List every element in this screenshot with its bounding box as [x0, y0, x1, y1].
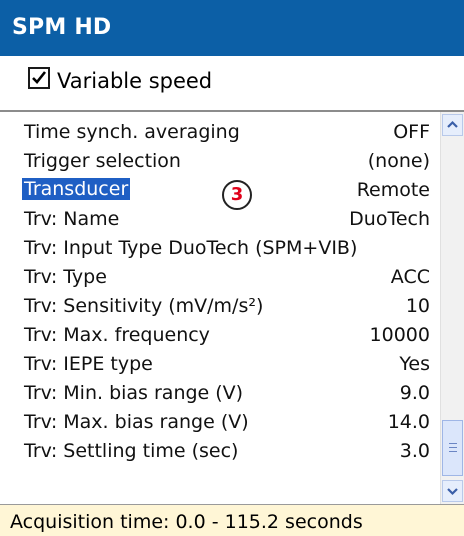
setting-value: 14.0: [387, 411, 430, 433]
title-bar: SPM HD: [0, 0, 464, 56]
setting-label: Transducer: [22, 178, 131, 200]
setting-row-trv-max-frequency[interactable]: Trv: Max. frequency 10000: [20, 319, 434, 348]
variable-speed-checkbox[interactable]: [28, 67, 50, 89]
setting-row-trv-settling-time[interactable]: Trv: Settling time (sec) 3.0: [20, 435, 434, 464]
setting-label: Trv: Settling time (sec): [24, 440, 239, 462]
setting-value: (none): [367, 150, 430, 172]
setting-label: Trv: Name: [24, 208, 120, 230]
window-title: SPM HD: [12, 15, 112, 40]
acquisition-time-text: Acquisition time: 0.0 - 115.2 seconds: [10, 511, 363, 533]
grip-line: [449, 443, 457, 444]
grip-line: [449, 451, 457, 452]
settings-list[interactable]: Time synch. averaging OFF Trigger select…: [20, 112, 440, 504]
setting-value: 3.0: [399, 440, 430, 462]
setting-row-trv-input-type[interactable]: Trv: Input Type DuoTech (SPM+VIB): [20, 232, 434, 261]
setting-row-trv-sensitivity[interactable]: Trv: Sensitivity (mV/m/s²) 10: [20, 290, 434, 319]
setting-label: Trv: IEPE type: [24, 353, 153, 375]
scroll-up-button[interactable]: [442, 114, 463, 136]
setting-value: 10: [405, 295, 430, 317]
setting-row-trv-type[interactable]: Trv: Type ACC: [20, 261, 434, 290]
setting-value: OFF: [393, 121, 430, 143]
setting-value: Yes: [399, 353, 430, 375]
setting-label: Trv: Input Type DuoTech (SPM+VIB): [24, 237, 358, 259]
setting-label: Trv: Max. bias range (V): [24, 411, 249, 433]
chevron-up-icon: [447, 120, 458, 128]
scroll-down-button[interactable]: [442, 480, 463, 502]
setting-row-trv-iepe-type[interactable]: Trv: IEPE type Yes: [20, 348, 434, 377]
setting-value: ACC: [390, 266, 430, 288]
chevron-down-icon: [447, 488, 458, 496]
setting-value: DuoTech: [349, 208, 430, 230]
status-bar: Acquisition time: 0.0 - 115.2 seconds: [0, 504, 464, 536]
variable-speed-label[interactable]: Variable speed: [57, 69, 212, 93]
setting-row-trigger-selection[interactable]: Trigger selection (none): [20, 145, 434, 174]
setting-label: Trv: Type: [24, 266, 107, 288]
checkmark-icon: [32, 71, 47, 84]
setting-row-trv-max-bias-range[interactable]: Trv: Max. bias range (V) 14.0: [20, 406, 434, 435]
setting-row-trv-min-bias-range[interactable]: Trv: Min. bias range (V) 9.0: [20, 377, 434, 406]
grip-line: [449, 447, 457, 448]
setting-value: 10000: [369, 324, 430, 346]
setting-label: Trv: Max. frequency: [24, 324, 210, 346]
scrollbar-thumb[interactable]: [442, 420, 463, 476]
vertical-scrollbar[interactable]: [440, 112, 464, 504]
setting-value: 9.0: [399, 382, 430, 404]
setting-row-trv-name[interactable]: Trv: Name DuoTech: [20, 203, 434, 232]
setting-label: Time synch. averaging: [24, 121, 240, 143]
setting-value: Remote: [356, 179, 430, 201]
setting-label: Trv: Min. bias range (V): [24, 382, 244, 404]
setting-label: Trv: Sensitivity (mV/m/s²): [24, 295, 264, 317]
setting-row-time-synch-averaging[interactable]: Time synch. averaging OFF: [20, 116, 434, 145]
setting-label: Trigger selection: [24, 150, 181, 172]
callout-number-badge: 3: [222, 180, 252, 210]
